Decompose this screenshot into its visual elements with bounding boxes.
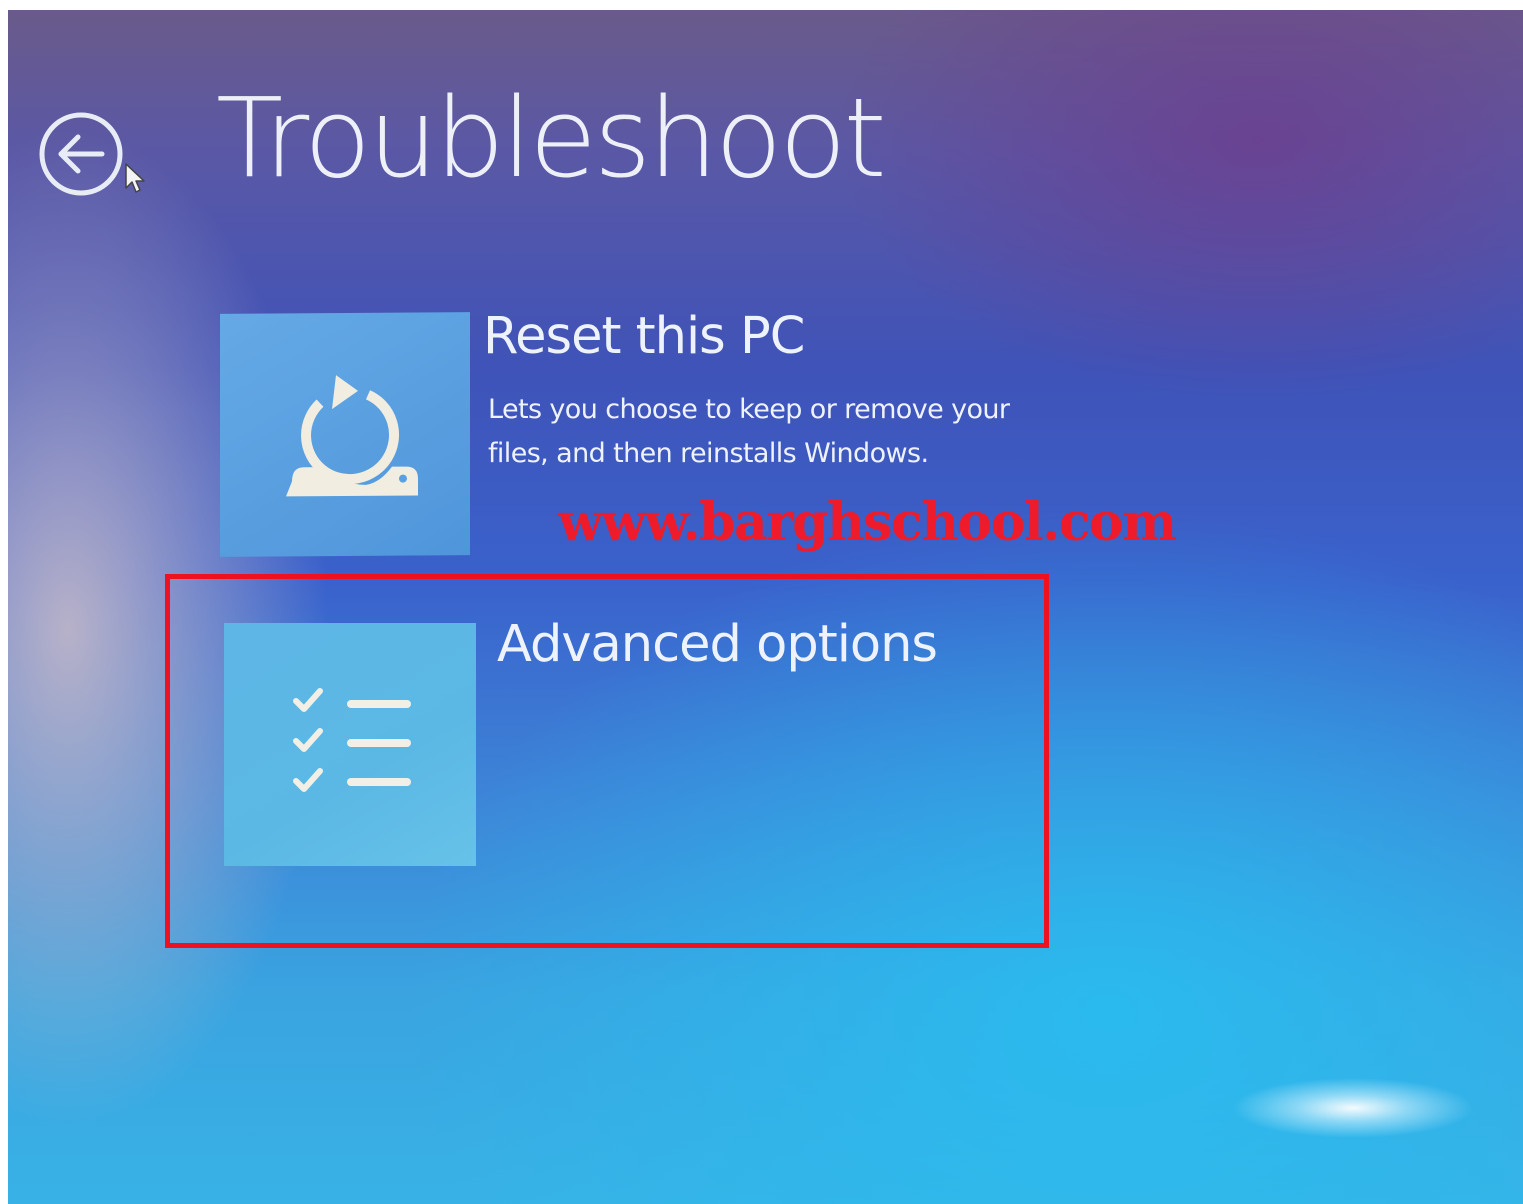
watermark-text: www.barghschool.com [558, 492, 1177, 553]
highlight-box [165, 574, 1049, 948]
back-arrow-circle-icon [39, 112, 123, 196]
reset-this-pc-title: Reset this PC [483, 307, 805, 366]
page-title: Troubleshoot [216, 74, 887, 202]
recovery-screen: Troubleshoot Reset this PC Lets you choo… [8, 10, 1523, 1204]
mouse-cursor-icon [125, 163, 145, 193]
reset-pc-tile [220, 312, 470, 557]
reset-this-pc-description: Lets you choose to keep or remove your f… [488, 394, 1010, 469]
reset-pc-icon [286, 375, 418, 497]
back-button[interactable] [34, 107, 130, 203]
